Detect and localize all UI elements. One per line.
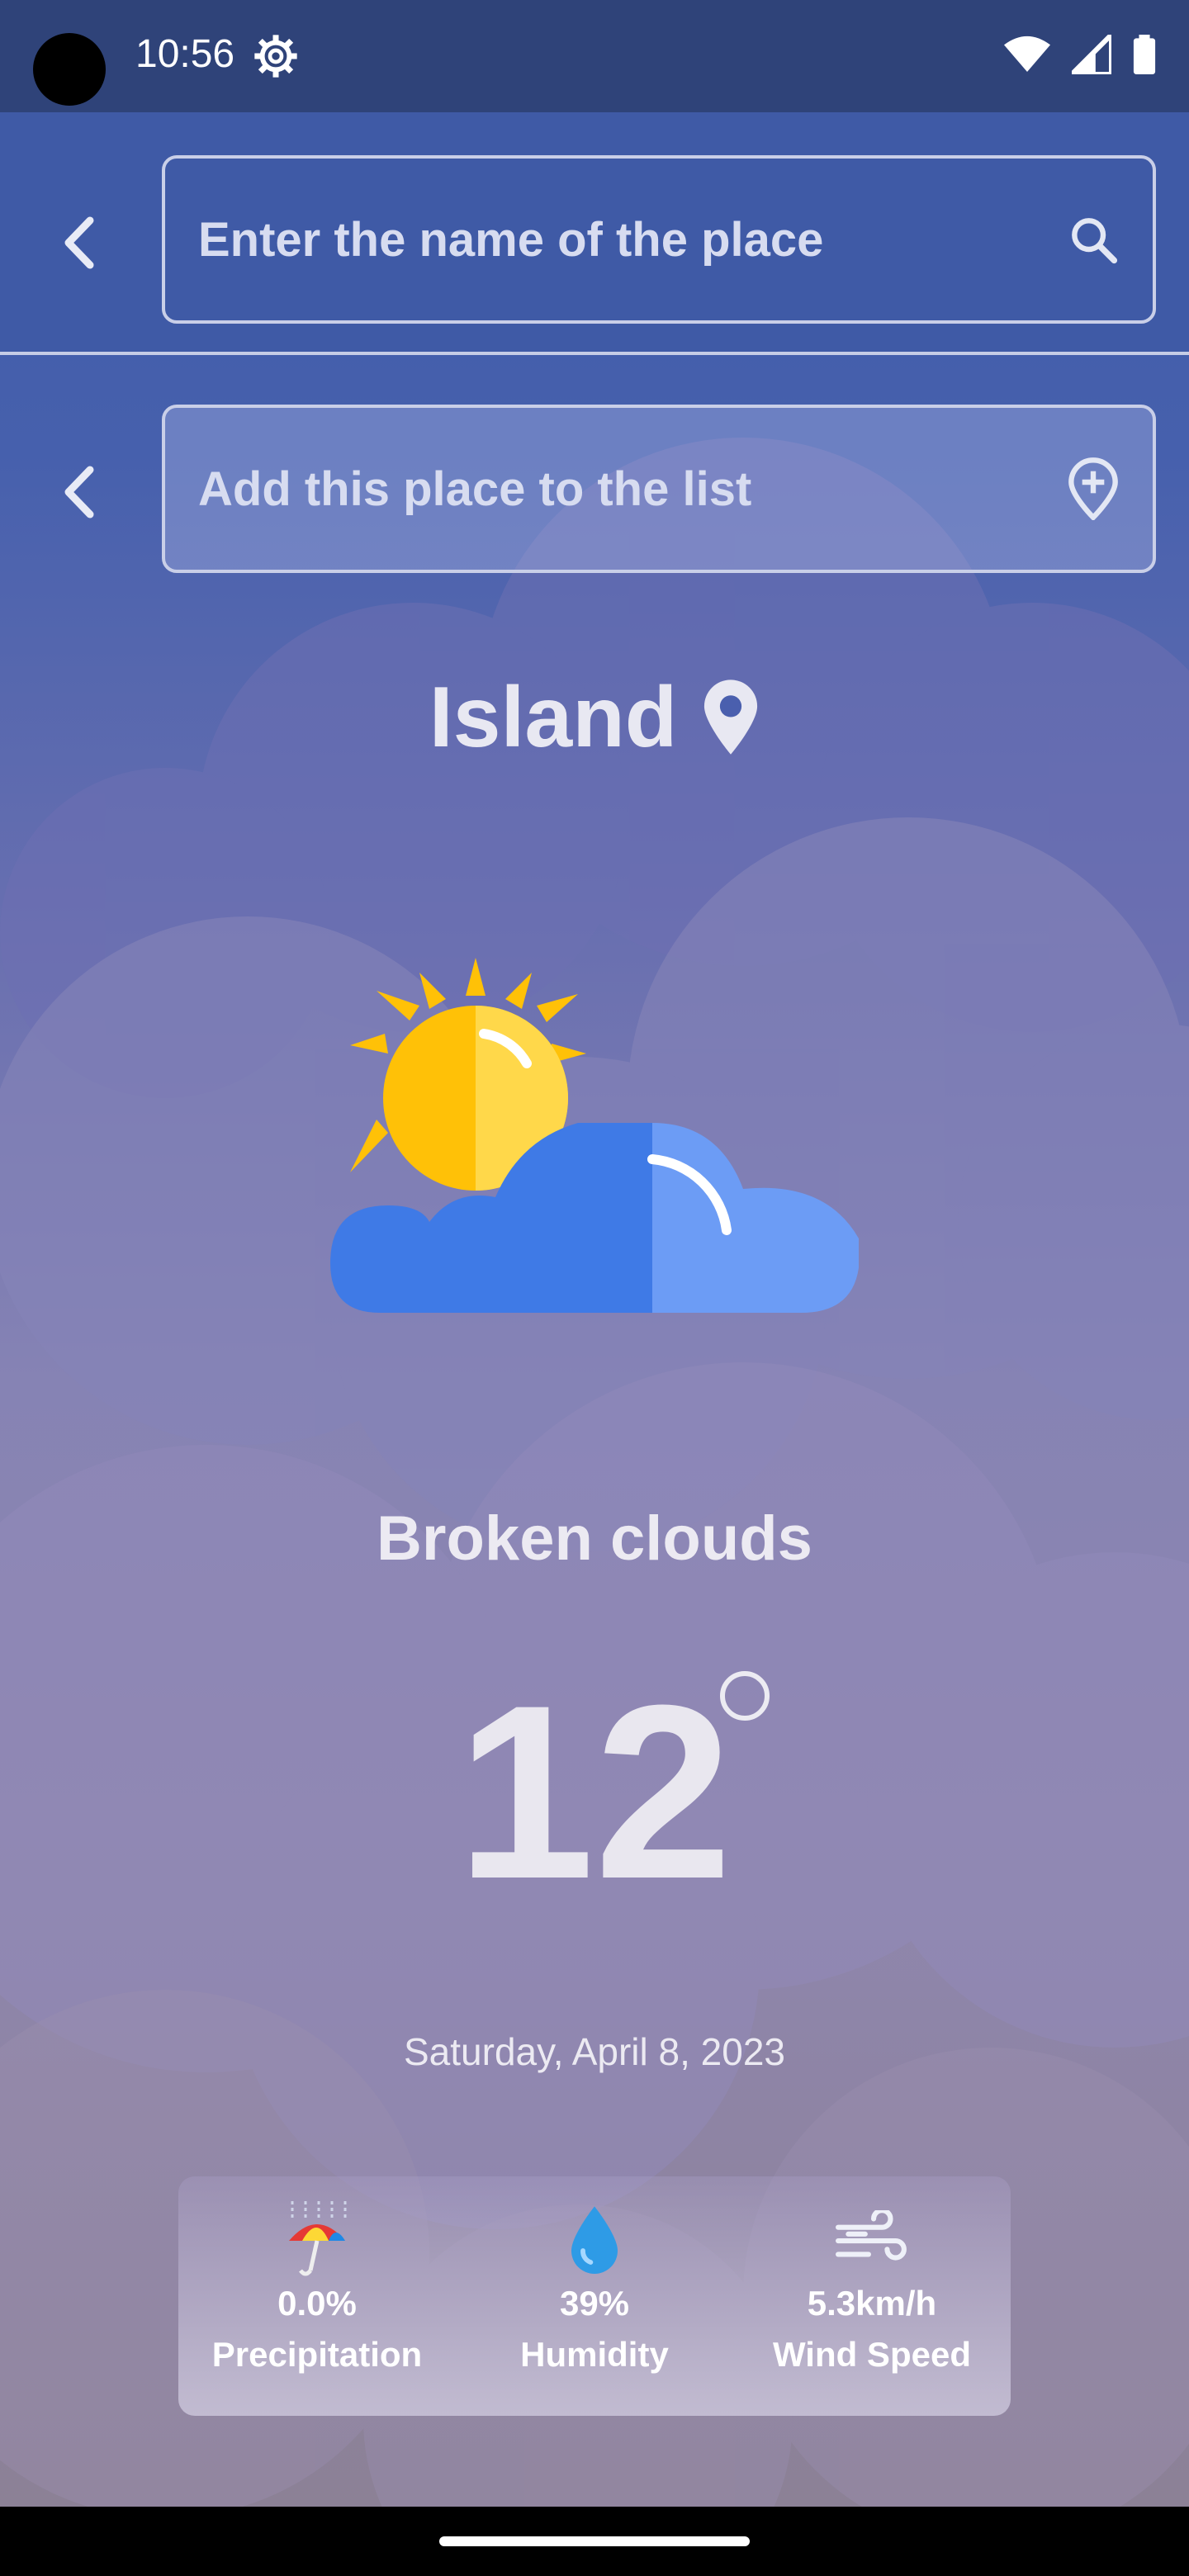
degree-symbol xyxy=(720,1671,770,1721)
weather-stats-panel: 0.0% Precipitation 39% Humidity 5.3km/h … xyxy=(178,2176,1011,2416)
weather-description: Broken clouds xyxy=(377,1503,812,1574)
wind-icon xyxy=(836,2210,907,2261)
stat-humidity: 39% Humidity xyxy=(471,2201,718,2375)
camera-cutout xyxy=(33,33,106,106)
stat-wind-speed: 5.3km/h Wind Speed xyxy=(748,2201,996,2375)
search-placeholder: Enter the name of the place xyxy=(198,212,824,267)
system-icons xyxy=(1004,35,1156,74)
chevron-left-icon xyxy=(64,216,94,269)
wind-speed-label: Wind Speed xyxy=(773,2335,971,2374)
precipitation-label: Precipitation xyxy=(211,2335,423,2374)
navigation-bar xyxy=(0,2507,1189,2576)
chevron-left-icon xyxy=(64,466,94,519)
status-bar: 10:56 xyxy=(0,0,1189,112)
humidity-value: 39% xyxy=(559,2284,630,2323)
temperature-value: 12 xyxy=(457,1653,732,1930)
search-header: Enter the name of the place xyxy=(0,112,1189,355)
add-place-button[interactable]: Add this place to the list xyxy=(162,405,1156,573)
water-drop-icon xyxy=(571,2206,618,2274)
add-location-icon xyxy=(1068,457,1118,520)
signal-icon xyxy=(1072,35,1111,74)
status-time: 10:56 xyxy=(135,32,235,76)
settings-gear-icon xyxy=(254,35,297,78)
add-place-label: Add this place to the list xyxy=(198,462,752,516)
wind-speed-value: 5.3km/h xyxy=(807,2284,937,2323)
location-pin-icon xyxy=(704,679,758,755)
weather-date: Saturday, April 8, 2023 xyxy=(404,2030,785,2073)
back-button-secondary[interactable] xyxy=(46,459,112,525)
humidity-label: Humidity xyxy=(520,2335,669,2374)
home-gesture-handle[interactable] xyxy=(439,2536,750,2546)
umbrella-rain-icon xyxy=(289,2201,347,2276)
stat-precipitation: 0.0% Precipitation xyxy=(193,2201,441,2375)
wifi-icon xyxy=(1004,36,1050,72)
search-input[interactable]: Enter the name of the place xyxy=(162,155,1156,324)
sun-behind-cloud-icon xyxy=(330,958,859,1313)
search-icon[interactable] xyxy=(1067,213,1120,266)
weather-screen: 10:56 Enter the name of the place Add th… xyxy=(0,0,1189,2507)
battery-icon xyxy=(1133,35,1156,74)
location-heading: Island xyxy=(0,669,1189,767)
city-name: Island xyxy=(429,670,678,765)
precipitation-value: 0.0% xyxy=(277,2284,357,2323)
back-button[interactable] xyxy=(46,210,112,276)
